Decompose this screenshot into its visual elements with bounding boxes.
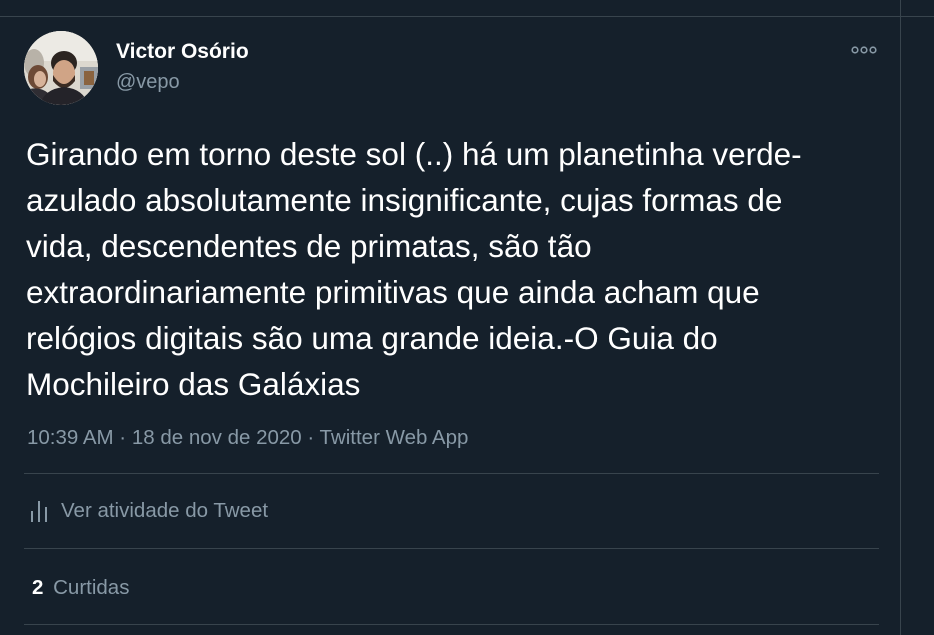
top-divider [0,16,934,17]
likes-divider [24,624,879,625]
author-name[interactable]: Victor Osório [116,40,249,64]
likes-stat[interactable]: 2 Curtidas [32,576,129,600]
meta-divider [24,473,879,474]
likes-label: Curtidas [53,576,130,599]
author-handle[interactable]: @vepo [116,71,180,94]
view-activity-label: Ver atividade do Tweet [61,499,269,522]
view-activity-button[interactable]: Ver atividade do Tweet [30,499,268,523]
avatar[interactable] [24,31,98,105]
likes-count: 2 [32,576,44,599]
tweet-text: Girando em torno deste sol (..) há um pl… [26,136,802,402]
more-options-button[interactable] [848,38,880,62]
tweet-meta[interactable]: 10:39 AM · 18 de nov de 2020 · Twitter W… [27,426,468,450]
more-dots-icon [851,46,877,54]
activity-divider [24,548,879,549]
column-border [900,0,901,635]
bar-chart-icon [31,501,47,522]
